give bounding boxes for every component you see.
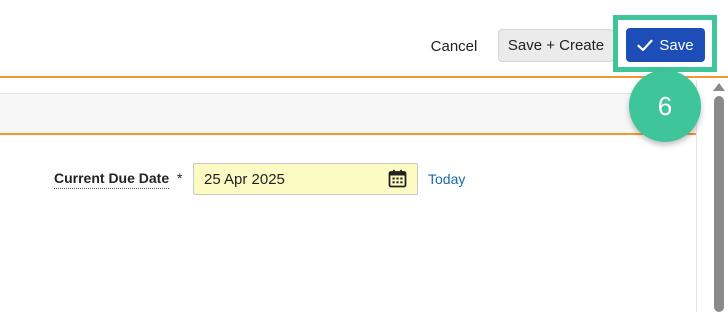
header-divider	[0, 76, 728, 78]
today-link[interactable]: Today	[428, 171, 465, 187]
cancel-button[interactable]: Cancel	[418, 30, 490, 62]
calendar-icon[interactable]	[388, 169, 407, 188]
save-button-label: Save	[659, 36, 694, 54]
section-header	[0, 93, 696, 134]
save-button[interactable]: Save	[626, 28, 705, 62]
step-badge: 6	[629, 70, 701, 142]
section-divider	[0, 133, 696, 135]
current-due-date-label: Current Due Date	[54, 170, 170, 189]
save-create-button[interactable]: Save + Create	[498, 29, 614, 62]
required-asterisk: *	[177, 170, 183, 186]
scrollbar-thumb[interactable]	[714, 96, 724, 312]
current-due-date-input[interactable]: 25 Apr 2025	[193, 163, 418, 195]
checkmark-icon	[637, 39, 653, 52]
page: Cancel Save + Create Save 6 Current Due …	[0, 0, 728, 312]
scroll-up-arrow-icon[interactable]	[713, 83, 725, 91]
header-toolbar: Cancel Save + Create Save	[0, 0, 728, 76]
